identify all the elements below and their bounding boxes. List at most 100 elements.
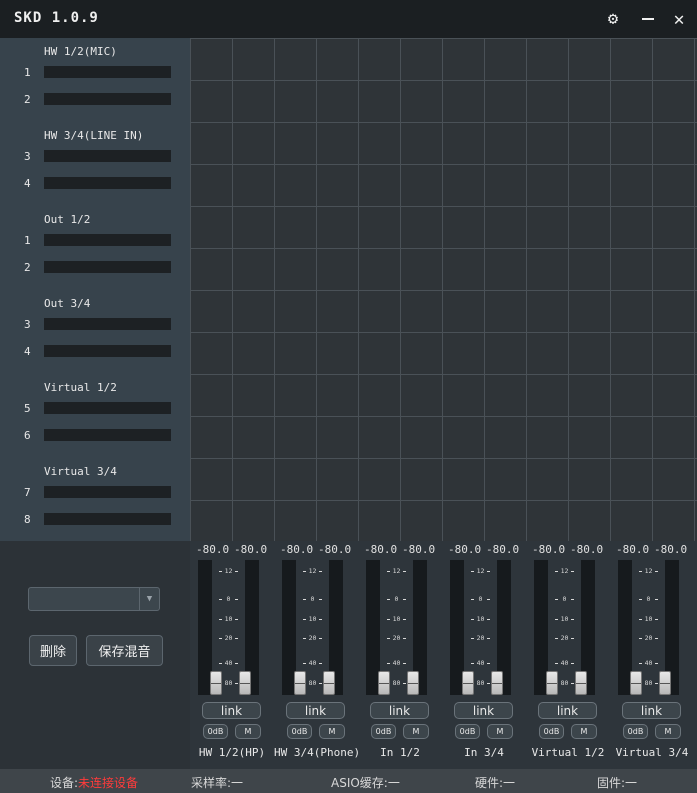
- channel-list: HW 1/2(MIC) 1 2 HW 3/4(LINE IN) 3 4 Out …: [0, 38, 190, 541]
- mixer-strip: -80.0 -80.0 12 0 10 20 40 80 link 0dB M …: [358, 541, 442, 769]
- zero-db-button[interactable]: 0dB: [623, 724, 648, 739]
- mixer-strip: -80.0 -80.0 12 0 10 20 40 80 link 0dB M …: [442, 541, 526, 769]
- left-db-readout: -80.0: [280, 543, 314, 556]
- link-button[interactable]: link: [370, 702, 429, 719]
- hardware-status: 硬件:一: [475, 776, 516, 790]
- mute-button[interactable]: M: [235, 724, 261, 739]
- right-db-readout: -80.0: [234, 543, 268, 556]
- mixer-strip: -80.0 -80.0 12 0 10 20 40 80 link 0dB M …: [274, 541, 361, 769]
- mixer-panel: -80.0 -80.0 12 0 10 20 40 80 link 0dB M …: [190, 541, 697, 769]
- preset-combo[interactable]: ▼: [28, 587, 160, 611]
- channel-meter: [44, 486, 171, 498]
- asio-buffer-status: ASIO缓存:一: [331, 776, 400, 790]
- mixer-strip: -80.0 -80.0 12 0 10 20 40 80 link 0dB M …: [190, 541, 274, 769]
- scale-tick: 10: [303, 614, 322, 624]
- title-bar: SKD 1.0.9 ⚙ ✕: [0, 0, 697, 38]
- scale-tick: 10: [555, 614, 574, 624]
- strip-name: In 3/4: [464, 746, 504, 759]
- channel-number: 6: [24, 429, 31, 442]
- right-fader-knob[interactable]: [407, 671, 419, 695]
- scale-tick: 40: [387, 658, 406, 668]
- channel-meter: [44, 429, 171, 441]
- delete-button[interactable]: 删除: [29, 635, 77, 666]
- left-fader-knob[interactable]: [378, 671, 390, 695]
- channel-number: 2: [24, 261, 31, 274]
- link-button[interactable]: link: [538, 702, 597, 719]
- right-db-readout: -80.0: [318, 543, 352, 556]
- channel-number: 8: [24, 513, 31, 526]
- preset-panel: ▼ 删除 保存混音: [0, 541, 190, 769]
- zero-db-button[interactable]: 0dB: [287, 724, 312, 739]
- right-fader-knob[interactable]: [659, 671, 671, 695]
- channel-meter: [44, 318, 171, 330]
- scale-tick: 20: [387, 633, 406, 643]
- group-title: Virtual 1/2: [44, 381, 117, 394]
- left-db-readout: -80.0: [364, 543, 398, 556]
- scale-tick: 12: [303, 566, 322, 576]
- scale-tick: 10: [639, 614, 658, 624]
- channel-number: 1: [24, 234, 31, 247]
- scale-tick: 0: [639, 594, 658, 604]
- scale-tick: 40: [471, 658, 490, 668]
- app-title: SKD 1.0.9: [14, 10, 99, 26]
- left-fader-knob[interactable]: [630, 671, 642, 695]
- mute-button[interactable]: M: [319, 724, 345, 739]
- left-fader-knob[interactable]: [210, 671, 222, 695]
- channel-number: 2: [24, 93, 31, 106]
- link-button[interactable]: link: [202, 702, 261, 719]
- right-db-readout: -80.0: [570, 543, 604, 556]
- right-fader-knob[interactable]: [575, 671, 587, 695]
- channel-meter: [44, 177, 171, 189]
- zero-db-button[interactable]: 0dB: [371, 724, 396, 739]
- mute-button[interactable]: M: [403, 724, 429, 739]
- minimize-icon[interactable]: [637, 8, 659, 30]
- strip-name: Virtual 1/2: [531, 746, 605, 759]
- status-bar: 设备:未连接设备 采样率:一 ASIO缓存:一 硬件:一 固件:一: [0, 769, 697, 793]
- right-fader-knob[interactable]: [491, 671, 503, 695]
- left-fader-knob[interactable]: [546, 671, 558, 695]
- group-title: Out 3/4: [44, 297, 91, 310]
- channel-meter: [44, 261, 171, 273]
- zero-db-button[interactable]: 0dB: [203, 724, 228, 739]
- scale-tick: 10: [387, 614, 406, 624]
- group-title: HW 1/2(MIC): [44, 45, 117, 58]
- scale-tick: 0: [555, 594, 574, 604]
- group-title: Out 1/2: [44, 213, 91, 226]
- scale-tick: 20: [639, 633, 658, 643]
- link-button[interactable]: link: [286, 702, 345, 719]
- scale-tick: 10: [219, 614, 238, 624]
- zero-db-button[interactable]: 0dB: [455, 724, 480, 739]
- left-db-readout: -80.0: [532, 543, 566, 556]
- strip-name: HW 3/4(Phone): [274, 746, 361, 759]
- right-fader-knob[interactable]: [323, 671, 335, 695]
- mute-button[interactable]: M: [571, 724, 597, 739]
- mixer-strip: -80.0 -80.0 12 0 10 20 40 80 link 0dB M …: [526, 541, 610, 769]
- left-fader-knob[interactable]: [294, 671, 306, 695]
- channel-number: 7: [24, 486, 31, 499]
- mute-button[interactable]: M: [655, 724, 681, 739]
- left-db-readout: -80.0: [448, 543, 482, 556]
- scale-tick: 20: [303, 633, 322, 643]
- close-icon[interactable]: ✕: [668, 8, 690, 30]
- link-button[interactable]: link: [622, 702, 681, 719]
- scale-tick: 40: [303, 658, 322, 668]
- save-mix-button[interactable]: 保存混音: [86, 635, 163, 666]
- channel-meter: [44, 234, 171, 246]
- scale-tick: 12: [639, 566, 658, 576]
- gear-icon[interactable]: ⚙: [602, 8, 624, 30]
- scale-tick: 20: [555, 633, 574, 643]
- device-status: 设备:未连接设备: [50, 774, 138, 791]
- scale-tick: 0: [471, 594, 490, 604]
- right-db-readout: -80.0: [654, 543, 688, 556]
- zero-db-button[interactable]: 0dB: [539, 724, 564, 739]
- routing-matrix-grid[interactable]: [190, 38, 697, 541]
- chevron-down-icon[interactable]: ▼: [139, 588, 159, 610]
- scale-tick: 0: [303, 594, 322, 604]
- link-button[interactable]: link: [454, 702, 513, 719]
- channel-number: 5: [24, 402, 31, 415]
- mute-button[interactable]: M: [487, 724, 513, 739]
- right-fader-knob[interactable]: [239, 671, 251, 695]
- scale-tick: 12: [219, 566, 238, 576]
- group-title: Virtual 3/4: [44, 465, 117, 478]
- left-fader-knob[interactable]: [462, 671, 474, 695]
